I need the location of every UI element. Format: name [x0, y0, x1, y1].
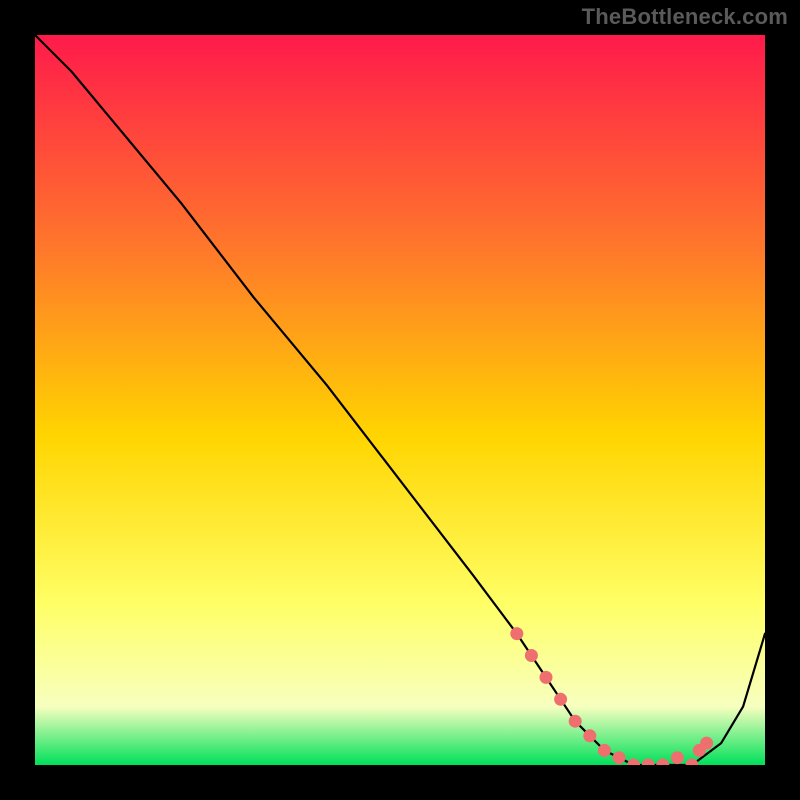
highlight-point [613, 752, 625, 764]
highlight-point [584, 730, 596, 742]
highlight-point [540, 671, 552, 683]
highlight-point [555, 693, 567, 705]
highlight-point [569, 715, 581, 727]
plot-area [35, 35, 765, 765]
watermark-text: TheBottleneck.com [582, 4, 788, 30]
highlight-point [701, 737, 713, 749]
highlight-point [671, 752, 683, 764]
highlight-point [525, 650, 537, 662]
highlight-point [511, 628, 523, 640]
highlight-point [598, 744, 610, 756]
gradient-background [35, 35, 765, 765]
plot-svg [35, 35, 765, 765]
chart-frame: TheBottleneck.com [0, 0, 800, 800]
